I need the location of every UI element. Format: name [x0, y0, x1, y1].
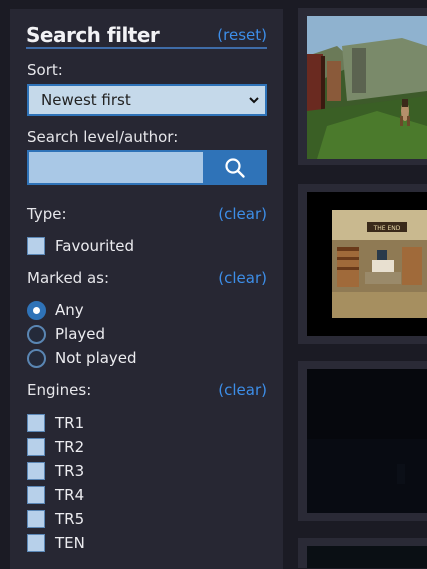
not-played-label: Not played — [55, 349, 137, 367]
level-thumbnail[interactable] — [307, 369, 427, 513]
dark-screenshot-image — [307, 369, 427, 513]
marked-label: Marked as: — [27, 269, 110, 287]
filter-title: Search filter — [26, 23, 160, 47]
tr3-checkbox[interactable] — [27, 462, 45, 480]
tr3-label: TR3 — [55, 462, 85, 480]
sort-dropdown[interactable]: Newest first — [29, 86, 265, 114]
search-label: Search level/author: — [27, 128, 179, 146]
level-card[interactable]: THE END — [298, 184, 427, 344]
tr2-label: TR2 — [55, 438, 85, 456]
search-button[interactable] — [203, 150, 267, 185]
level-card[interactable] — [298, 538, 427, 568]
end-sign-text: THE END — [373, 225, 401, 232]
search-bar — [27, 150, 267, 185]
favourited-checkbox[interactable] — [27, 237, 45, 255]
filter-header: Search filter (reset) — [26, 23, 267, 49]
marked-option-any[interactable]: Any — [27, 300, 84, 320]
level-thumbnail[interactable]: THE END — [307, 192, 427, 336]
sort-label: Sort: — [27, 61, 63, 79]
marked-option-not-played[interactable]: Not played — [27, 348, 137, 368]
tr2-checkbox[interactable] — [27, 438, 45, 456]
sort-select[interactable]: Newest first — [27, 84, 267, 116]
played-radio[interactable] — [27, 324, 46, 344]
engine-option-tr2[interactable]: TR2 — [27, 437, 84, 457]
type-clear-link[interactable]: (clear) — [218, 205, 267, 223]
tr4-checkbox[interactable] — [27, 486, 45, 504]
type-option-favourited[interactable]: Favourited — [27, 236, 134, 256]
favourited-label: Favourited — [55, 237, 134, 255]
any-label: Any — [55, 301, 84, 319]
any-radio[interactable] — [27, 300, 46, 320]
level-card[interactable] — [298, 361, 427, 521]
tr5-checkbox[interactable] — [27, 510, 45, 528]
engine-option-tr4[interactable]: TR4 — [27, 485, 84, 505]
engine-option-tr3[interactable]: TR3 — [27, 461, 84, 481]
tr1-label: TR1 — [55, 414, 85, 432]
library-screenshot-image: THE END — [307, 192, 427, 336]
engine-option-ten[interactable]: TEN — [27, 533, 85, 553]
level-thumbnail[interactable] — [307, 16, 427, 159]
reset-link[interactable]: (reset) — [217, 26, 267, 44]
level-thumbnail[interactable] — [307, 546, 427, 568]
type-label: Type: — [27, 205, 67, 223]
engine-option-tr1[interactable]: TR1 — [27, 413, 84, 433]
engines-clear-link[interactable]: (clear) — [218, 381, 267, 399]
tr1-checkbox[interactable] — [27, 414, 45, 432]
played-label: Played — [55, 325, 106, 343]
search-input[interactable] — [27, 150, 203, 185]
engines-label: Engines: — [27, 381, 92, 399]
ten-checkbox[interactable] — [27, 534, 45, 552]
search-filter-panel: Search filter (reset) Sort: Newest first… — [10, 9, 283, 569]
engine-option-tr5[interactable]: TR5 — [27, 509, 84, 529]
marked-option-played[interactable]: Played — [27, 324, 105, 344]
tr4-label: TR4 — [55, 486, 85, 504]
ten-label: TEN — [55, 534, 85, 552]
marked-clear-link[interactable]: (clear) — [218, 269, 267, 287]
level-card[interactable] — [298, 8, 427, 165]
not-played-radio[interactable] — [27, 348, 46, 368]
jungle-screenshot-image — [307, 16, 427, 159]
tr5-label: TR5 — [55, 510, 85, 528]
results-list: THE END — [298, 0, 427, 568]
search-icon — [225, 157, 245, 178]
